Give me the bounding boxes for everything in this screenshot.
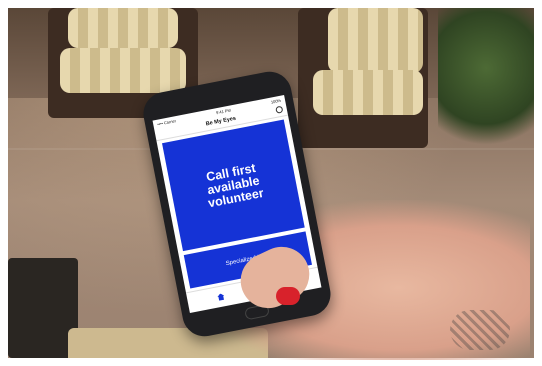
left-chair-cushion-back <box>68 8 178 48</box>
red-nail <box>276 287 300 305</box>
left-chair-cushion-seat <box>60 48 186 93</box>
home-icon[interactable] <box>217 293 225 301</box>
right-chair-cushion-seat <box>313 70 423 115</box>
right-chair-cushion-back <box>328 8 423 73</box>
gear-icon[interactable] <box>275 105 284 114</box>
call-volunteer-label: Call first available volunteer <box>204 160 265 210</box>
call-volunteer-button[interactable]: Call first available volunteer <box>162 119 305 252</box>
page-title: Be My Eyes <box>205 115 237 128</box>
wrist-tattoo <box>450 310 510 350</box>
plant <box>438 8 534 158</box>
